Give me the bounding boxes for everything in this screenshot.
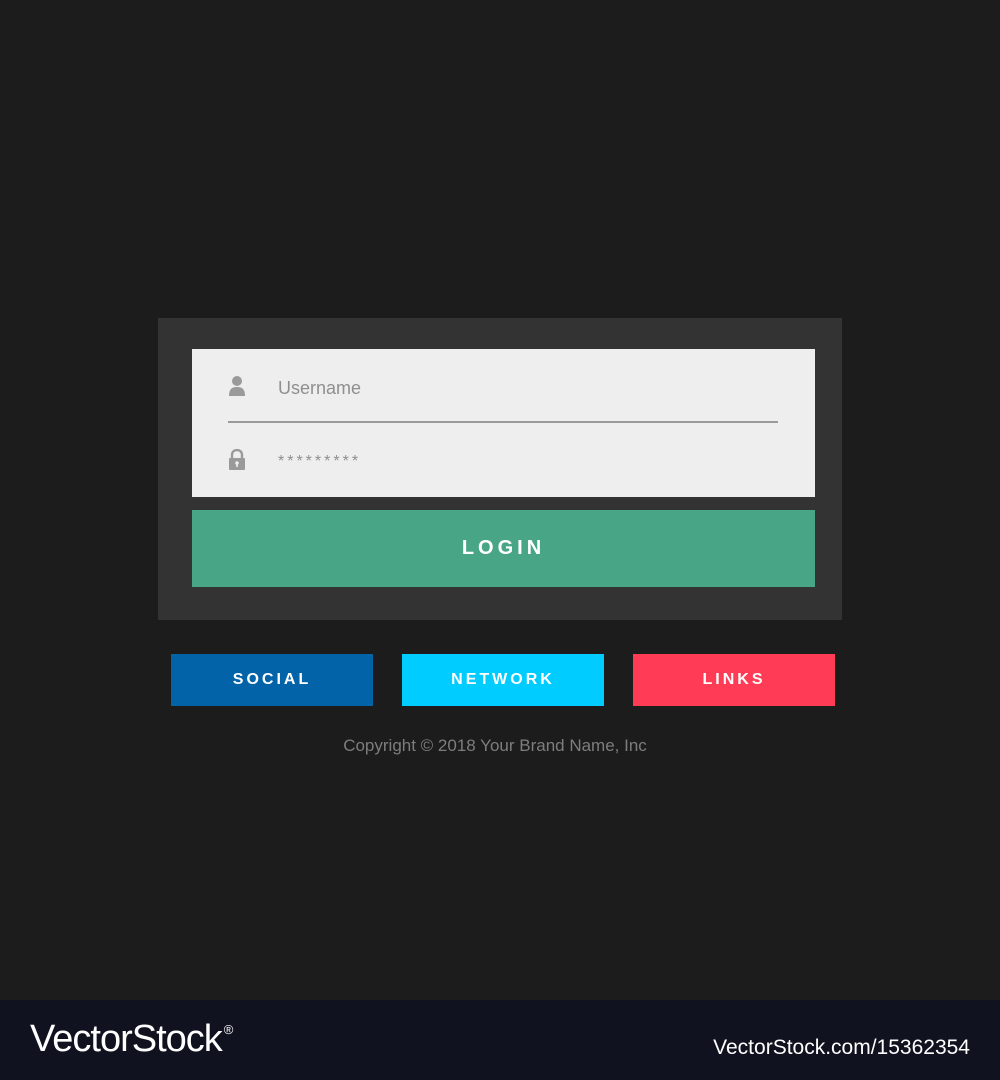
page-background: LOGIN SOCIAL NETWORK LINKS Copyright © 2… (0, 0, 1000, 1000)
lock-icon (228, 448, 246, 471)
watermark-image-id: VectorStock.com/15362354 (713, 1036, 970, 1059)
login-button[interactable]: LOGIN (192, 510, 815, 587)
username-row (228, 363, 778, 423)
watermark-footer: VectorStock ® VectorStock.com/15362354 (0, 1000, 1000, 1080)
password-row (228, 437, 778, 487)
password-input[interactable] (278, 445, 758, 479)
user-icon (228, 375, 246, 397)
social-links-row: SOCIAL NETWORK LINKS (0, 654, 1000, 706)
login-card: LOGIN (158, 318, 842, 620)
social-button[interactable]: SOCIAL (171, 654, 373, 706)
links-button[interactable]: LINKS (633, 654, 835, 706)
registered-mark: ® (223, 1022, 234, 1037)
watermark-brand-text: VectorStock (30, 1018, 223, 1060)
username-input[interactable] (278, 371, 758, 405)
network-button[interactable]: NETWORK (402, 654, 604, 706)
watermark-logo: VectorStock ® (30, 1018, 233, 1061)
copyright-text: Copyright © 2018 Your Brand Name, Inc (343, 736, 647, 755)
login-fields-box (192, 349, 815, 497)
